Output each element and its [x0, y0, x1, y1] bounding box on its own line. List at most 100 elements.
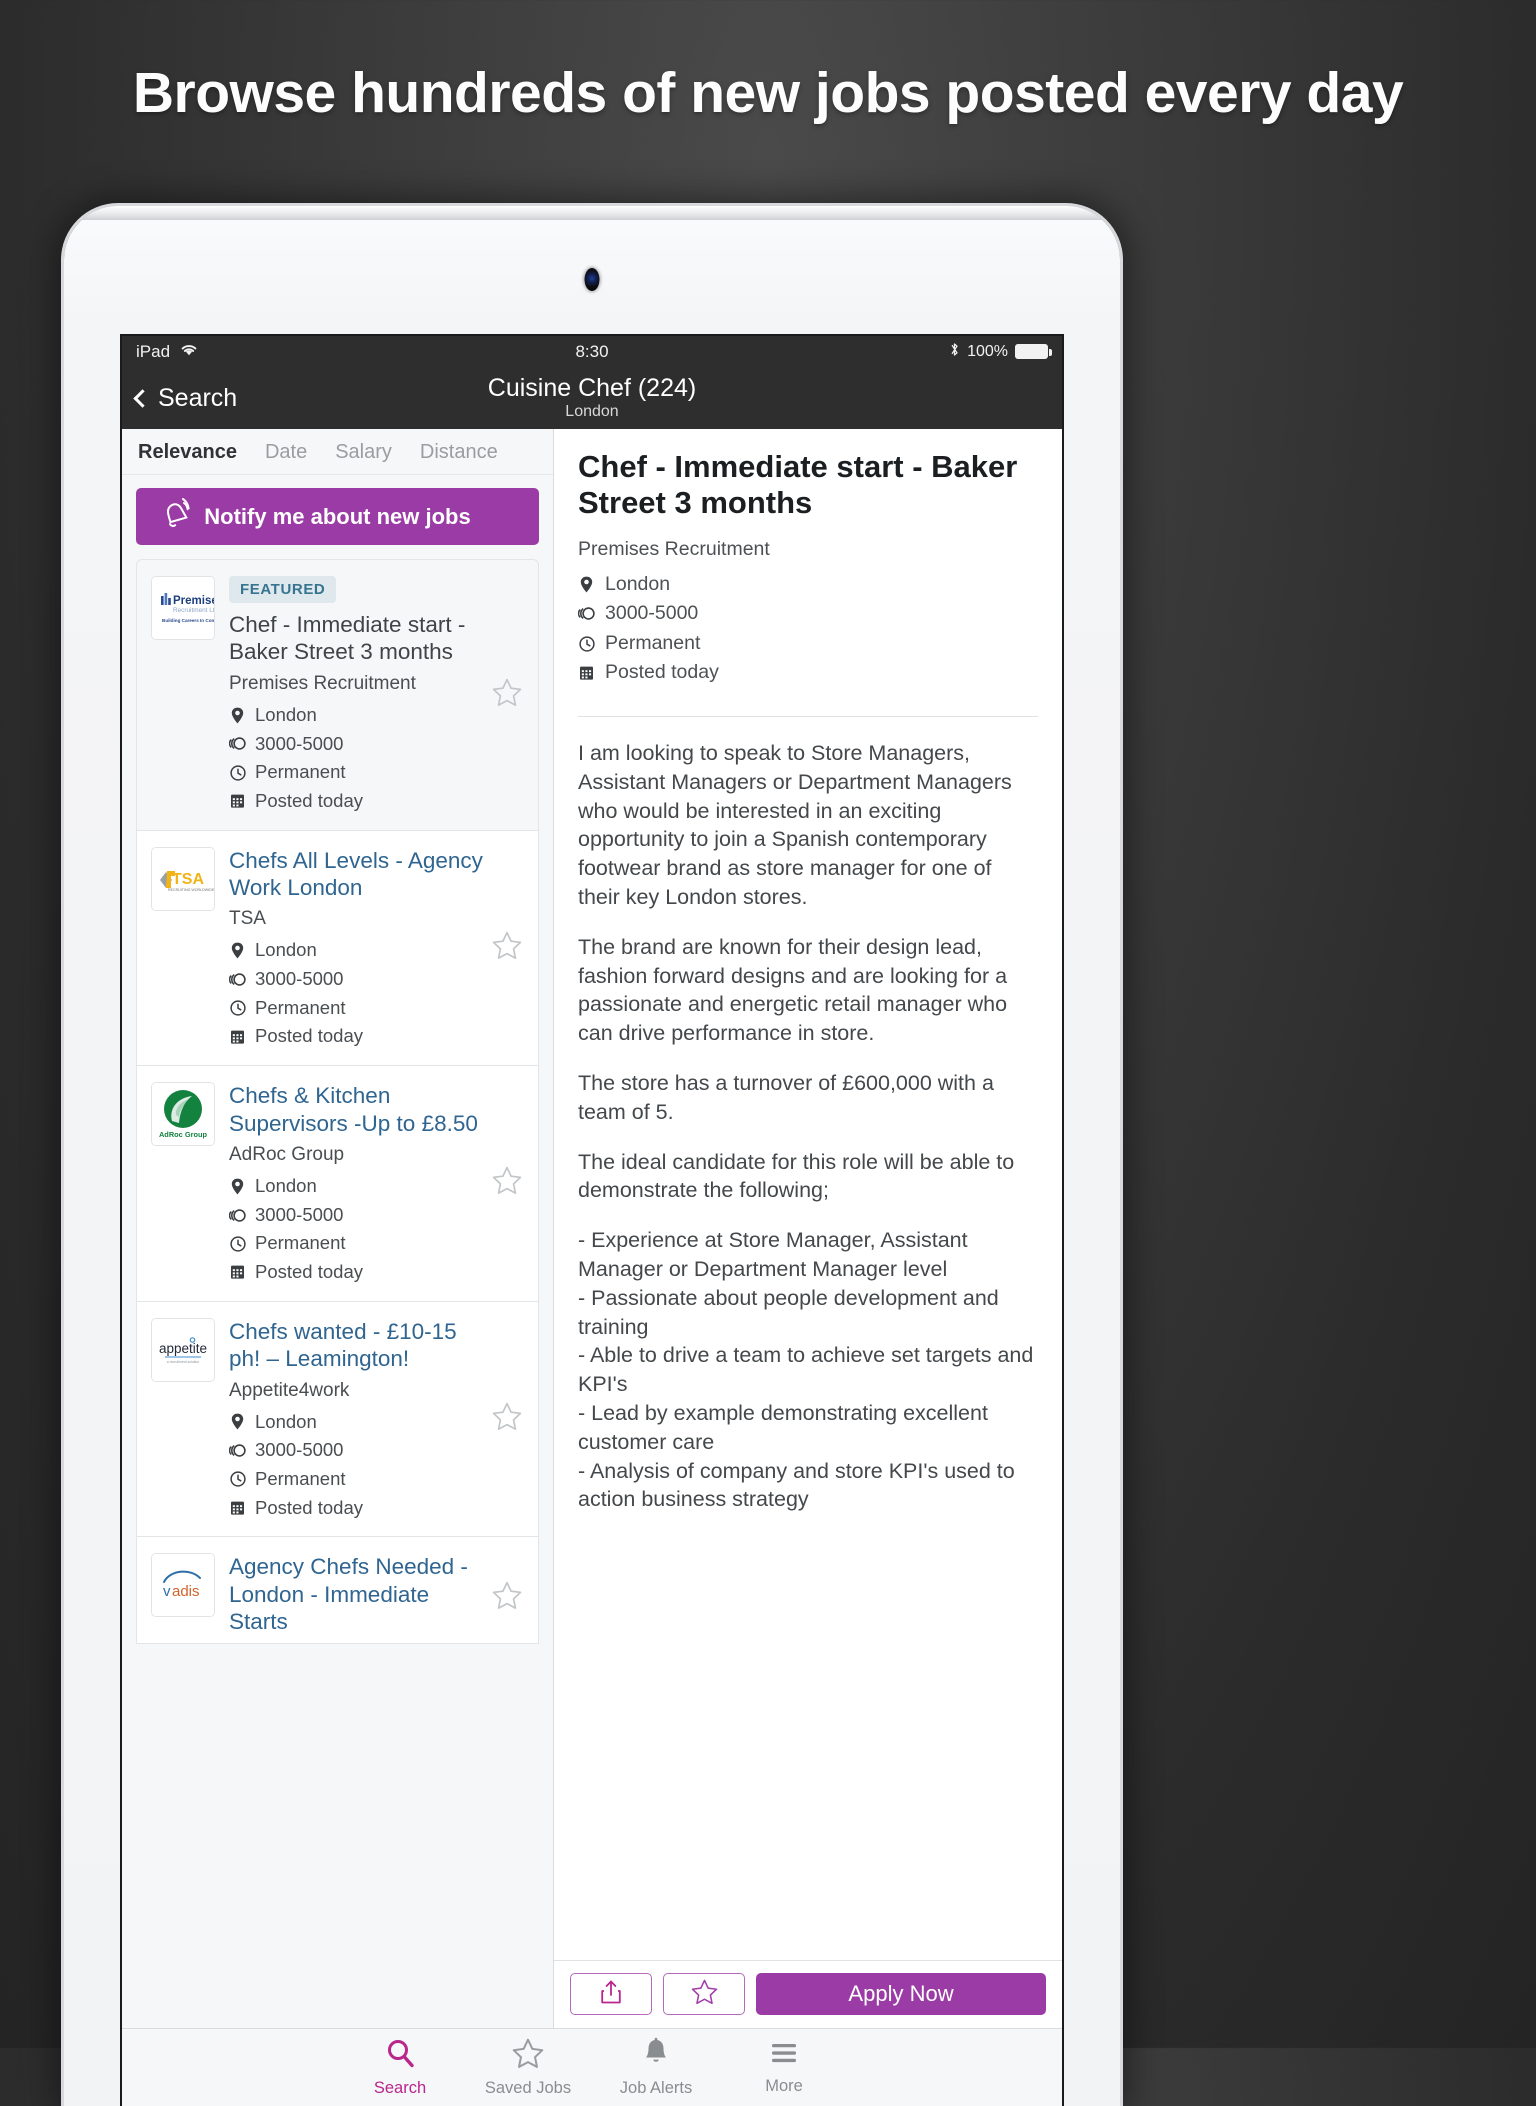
bell-ring-icon [158, 496, 196, 537]
nav-subtitle: London [565, 403, 619, 421]
location-pin-icon [229, 1178, 246, 1195]
job-location: London [255, 1410, 317, 1432]
filter-distance[interactable]: Distance [420, 441, 498, 464]
company-logo-adroc: AdRoc Group [151, 1082, 215, 1147]
clock-icon [229, 1236, 246, 1252]
description-requirements-list: - Experience at Store Manager, Assistant… [578, 1228, 1034, 1512]
content-split: Relevance Date Salary Distance Notify me… [122, 429, 1062, 2028]
save-job-star-icon[interactable] [492, 1166, 522, 1200]
status-time: 8:30 [575, 341, 609, 361]
job-detail-posted: Posted today [605, 661, 719, 684]
job-type-row: Permanent [229, 994, 488, 1023]
job-location: London [255, 703, 317, 725]
job-company: TSA [229, 908, 266, 930]
description-paragraph: The store has a turnover of £600,000 wit… [578, 1071, 994, 1124]
back-button[interactable]: Search [122, 384, 237, 413]
job-card-content: FEATURED Chef - Immediate start - Baker … [229, 576, 524, 816]
job-posted-row: Posted today [229, 1022, 488, 1051]
job-type-row: Permanent [229, 1229, 488, 1258]
share-button[interactable] [570, 1973, 652, 2015]
apply-now-button[interactable]: Apply Now [756, 1973, 1046, 2015]
bottom-tab-bar: Search Saved Jobs Job Alerts More [122, 2028, 1062, 2106]
job-type: Permanent [255, 1232, 346, 1254]
job-type: Permanent [255, 996, 346, 1018]
job-location: London [255, 939, 317, 961]
tablet-screen: iPad 8:30 100% Search Cuisine Chef (224)… [122, 336, 1062, 2106]
job-list-pane: Relevance Date Salary Distance Notify me… [122, 429, 554, 2028]
salary-coin-icon [229, 972, 246, 987]
job-detail-salary-row: 3000-5000 [578, 599, 1038, 629]
job-location-row: London [229, 936, 488, 965]
job-salary: 3000-5000 [255, 968, 344, 990]
share-icon [599, 1979, 623, 2010]
job-detail-company: Premises Recruitment [578, 537, 770, 560]
battery-percent-label: 100% [967, 342, 1008, 360]
job-location-row: London [229, 701, 488, 730]
filter-salary[interactable]: Salary [335, 441, 392, 464]
job-type: Permanent [255, 761, 346, 783]
search-icon [384, 2037, 416, 2074]
notify-new-jobs-button[interactable]: Notify me about new jobs [136, 488, 539, 545]
filter-date[interactable]: Date [265, 441, 307, 464]
job-type-row: Permanent [229, 1465, 488, 1494]
battery-icon [1015, 344, 1052, 359]
bezel-gloss [64, 206, 1120, 220]
calendar-icon [229, 793, 246, 809]
nav-title: Cuisine Chef (224) [487, 373, 697, 402]
company-logo-appetite: appetite a recruitment solution [151, 1317, 215, 1382]
job-posted: Posted today [255, 1496, 363, 1518]
svg-text:Recruitment Ltd: Recruitment Ltd [173, 607, 214, 614]
job-company: AdRoc Group [229, 1144, 345, 1165]
save-job-star-icon[interactable] [492, 678, 522, 712]
job-company: Appetite4work [229, 1379, 350, 1401]
save-job-star-icon[interactable] [492, 931, 522, 965]
save-job-button[interactable] [663, 1973, 745, 2015]
star-icon [512, 2038, 544, 2074]
job-salary: 3000-5000 [255, 1439, 344, 1461]
tablet-device-frame: iPad 8:30 100% Search Cuisine Chef (224)… [64, 206, 1120, 2106]
job-posted: Posted today [255, 789, 363, 811]
job-salary: 3000-5000 [255, 732, 344, 754]
job-cards-container[interactable]: Premises Recruitment Ltd Building Career… [122, 559, 553, 2028]
job-card[interactable]: appetite a recruitment solution Chefs wa… [136, 1301, 539, 1538]
company-logo-tsa: TSA RECRUITING WORLDWIDE [151, 846, 215, 911]
job-location: London [255, 1175, 317, 1196]
tab-search[interactable]: Search [336, 2037, 464, 2098]
company-logo-vadis: v adis [151, 1553, 215, 1618]
save-job-star-icon[interactable] [492, 1581, 522, 1615]
salary-coin-icon [229, 1208, 246, 1223]
job-description: I am looking to speak to Store Managers,… [554, 717, 1062, 1960]
tab-job-alerts[interactable]: Job Alerts [592, 2037, 720, 2098]
job-card-featured[interactable]: Premises Recruitment Ltd Building Career… [136, 559, 539, 831]
tab-job-alerts-label: Job Alerts [619, 2079, 693, 2097]
star-icon [691, 1979, 718, 2010]
salary-coin-icon [229, 736, 246, 751]
bluetooth-icon [949, 341, 960, 363]
job-company: Premises Recruitment [229, 672, 416, 694]
job-title: Agency Chefs Needed - London - Immediate… [229, 1554, 468, 1635]
job-card[interactable]: TSA RECRUITING WORLDWIDE Chefs All Level… [136, 830, 539, 1067]
filter-relevance[interactable]: Relevance [138, 441, 237, 464]
salary-coin-icon [229, 1443, 246, 1458]
job-detail-location: London [605, 572, 671, 595]
svg-text:RECRUITING WORLDWIDE: RECRUITING WORLDWIDE [168, 888, 214, 892]
job-card-content: Chefs wanted - £10-15 ph! – Leamington! … [229, 1318, 524, 1523]
job-posted: Posted today [255, 1025, 363, 1047]
tab-more-label: More [765, 2077, 803, 2095]
tab-saved-jobs[interactable]: Saved Jobs [464, 2038, 592, 2098]
job-title: Chefs wanted - £10-15 ph! – Leamington! [229, 1318, 457, 1372]
job-card[interactable]: AdRoc Group Chefs & Kitchen Supervisors … [136, 1066, 539, 1302]
page-title: Browse hundreds of new jobs posted every… [132, 61, 1404, 125]
status-bar: iPad 8:30 100% [122, 336, 1062, 367]
job-card[interactable]: v adis Agency Chefs Needed - London - Im… [136, 1537, 539, 1644]
job-posted: Posted today [255, 1261, 363, 1283]
chevron-left-icon [133, 388, 152, 408]
navigation-bar: Search Cuisine Chef (224) London [122, 367, 1062, 429]
job-detail-title: Chef - Immediate start - Baker Street 3 … [578, 449, 1018, 521]
job-card-content: Chefs All Levels - Agency Work London TS… [229, 847, 524, 1052]
save-job-star-icon[interactable] [492, 1402, 522, 1436]
job-card-content: Agency Chefs Needed - London - Immediate… [229, 1553, 524, 1642]
job-type-row: Permanent [229, 758, 488, 787]
tab-search-label: Search [373, 2079, 427, 2097]
job-detail-salary: 3000-5000 [605, 602, 699, 625]
